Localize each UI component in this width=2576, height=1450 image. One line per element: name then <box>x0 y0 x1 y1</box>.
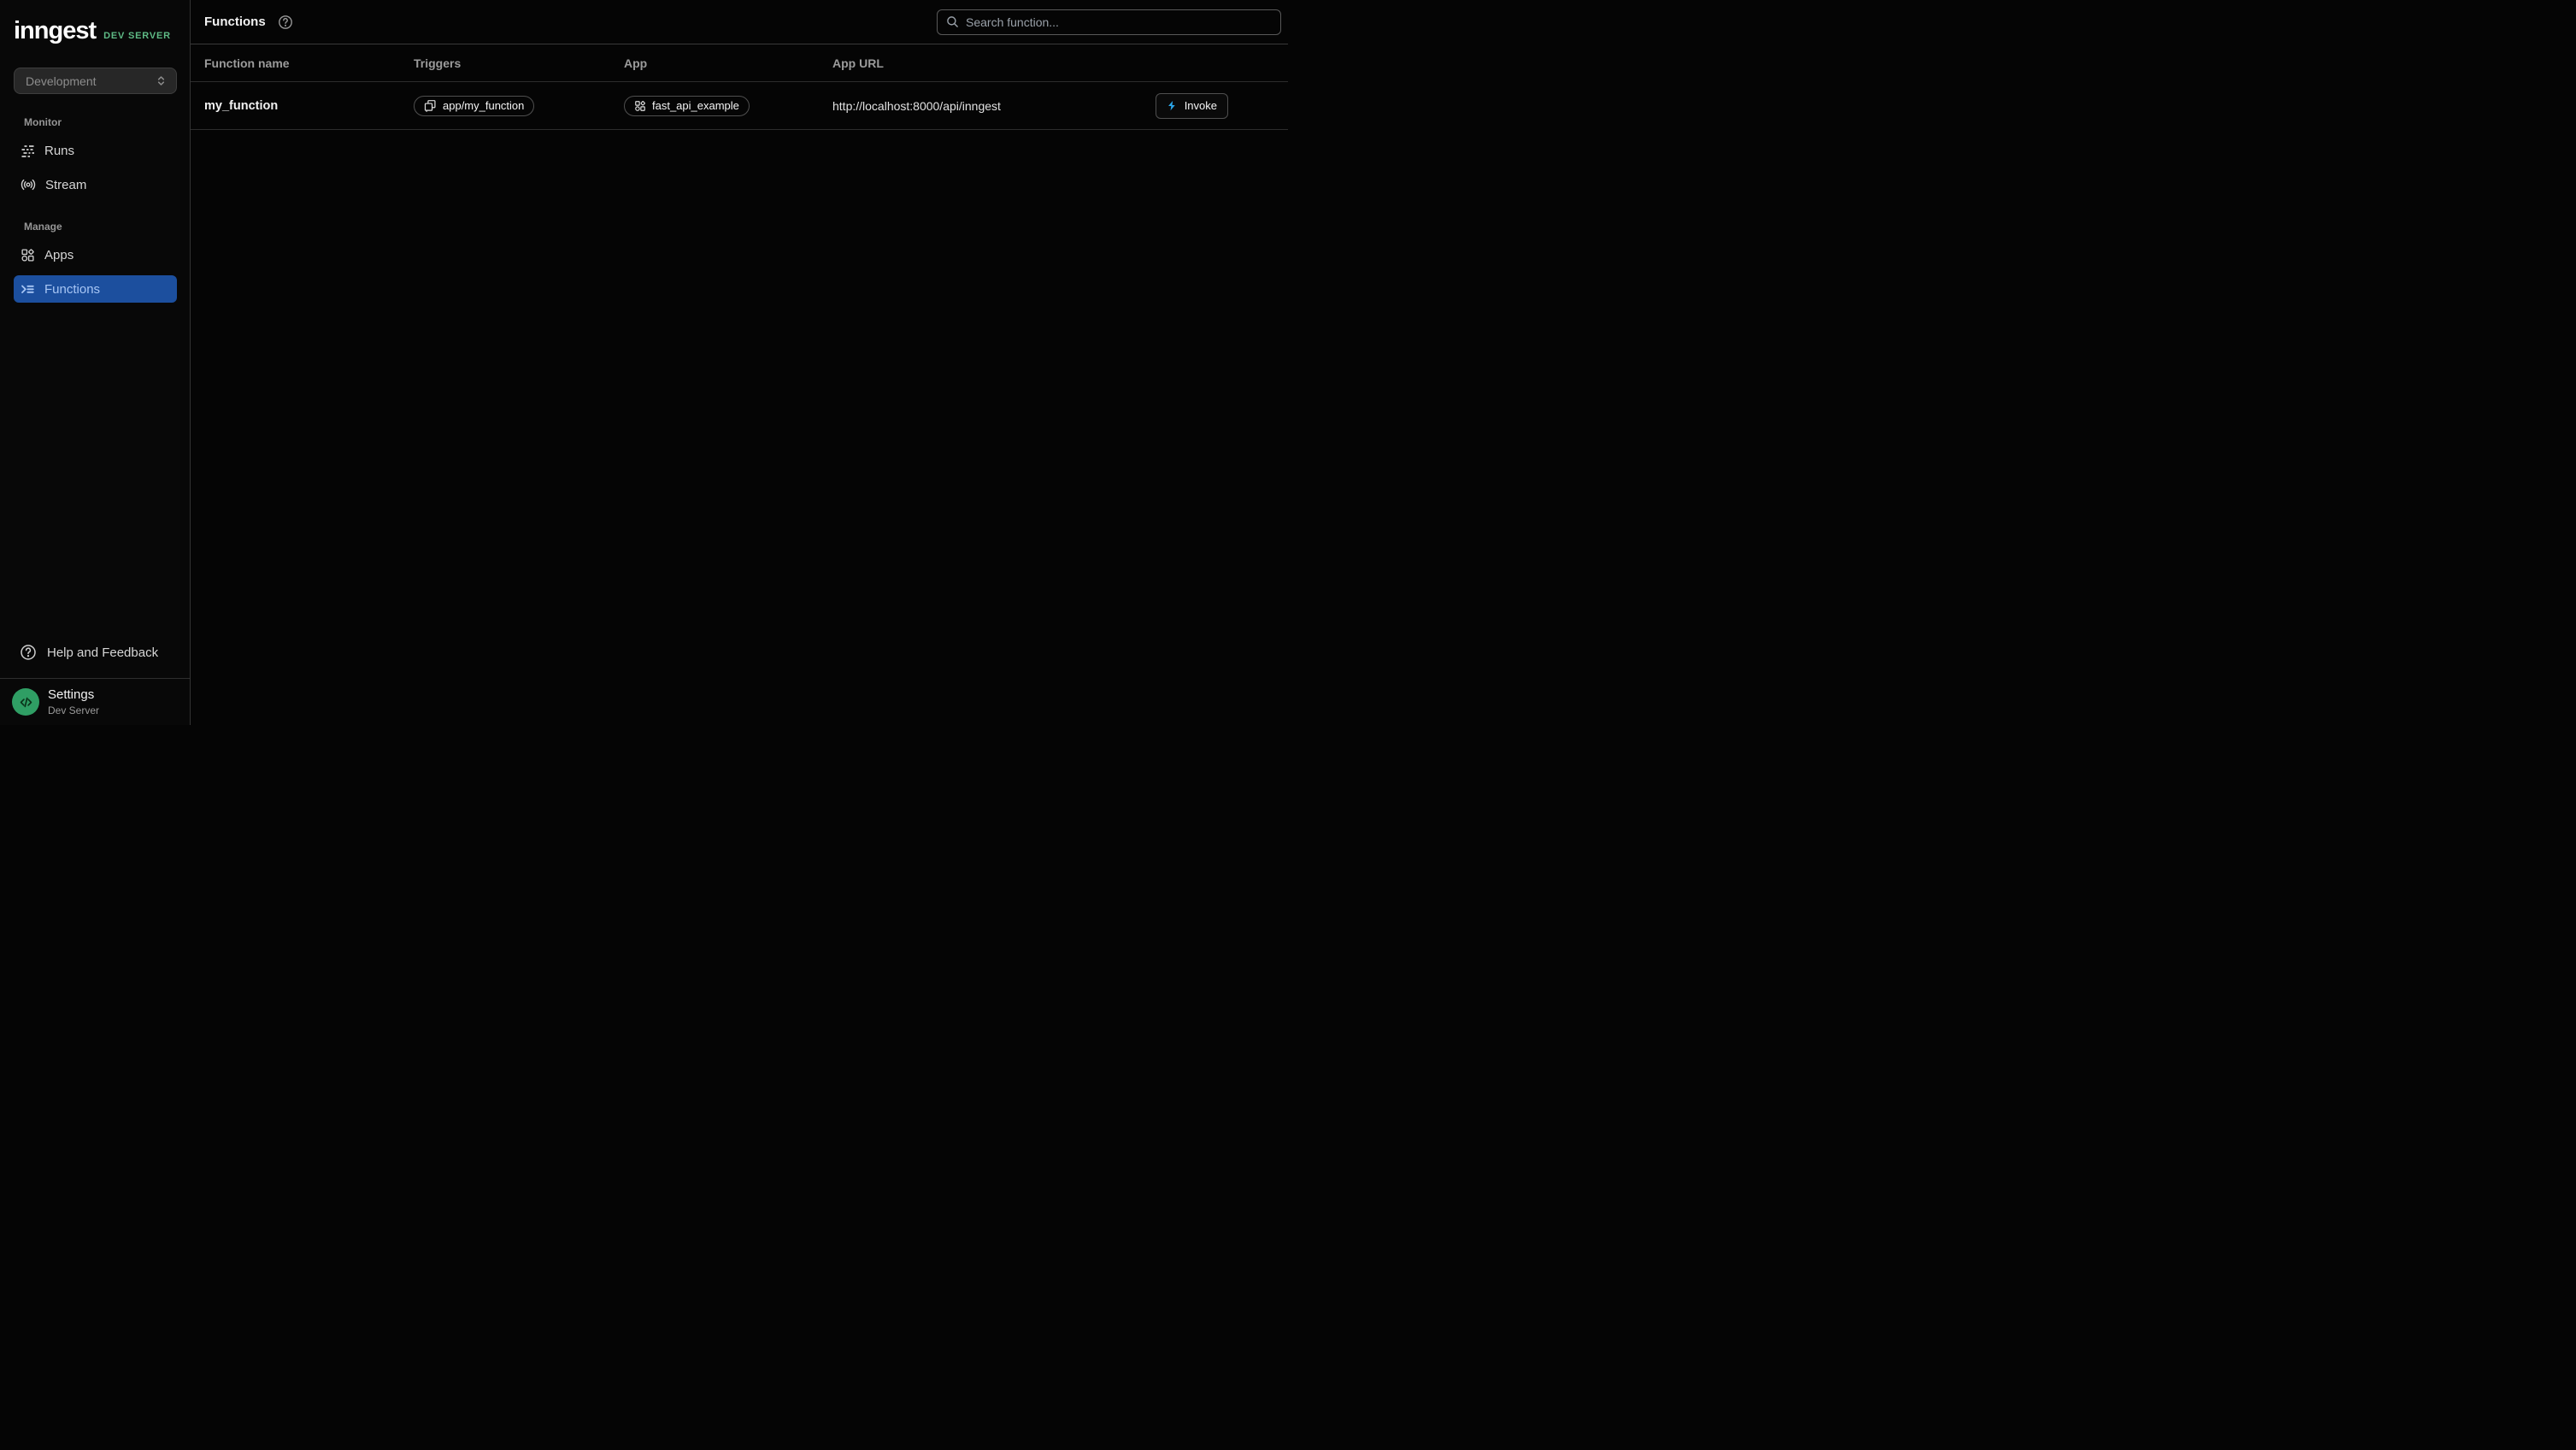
sidebar-item-functions[interactable]: Functions <box>14 275 177 303</box>
search-icon <box>946 15 959 28</box>
column-app-url: App URL <box>832 56 1158 70</box>
inngest-logo: inngest <box>14 19 96 44</box>
search-input[interactable] <box>966 15 1272 29</box>
table-row[interactable]: my_function app/my_function <box>191 82 1288 130</box>
sidebar-spacer <box>0 309 190 639</box>
sidebar-item-label: Apps <box>44 248 74 262</box>
event-trigger-icon <box>424 99 437 112</box>
apps-icon <box>634 100 646 112</box>
page-header: Functions <box>191 0 1288 44</box>
apps-icon <box>21 248 35 262</box>
function-name: my_function <box>204 99 414 113</box>
trigger-badge[interactable]: app/my_function <box>414 96 534 116</box>
sidebar-item-stream[interactable]: Stream <box>14 171 177 198</box>
sidebar-item-apps[interactable]: Apps <box>14 241 177 268</box>
app-url: http://localhost:8000/api/inngest <box>832 99 1158 113</box>
app-window: inngest DEV SERVER Development Monitor <box>0 0 1288 725</box>
sidebar-item-label: Stream <box>45 178 86 192</box>
page-title: Functions <box>204 15 266 29</box>
help-and-feedback[interactable]: Help and Feedback <box>14 639 176 666</box>
table-header: Function name Triggers App App URL <box>191 44 1288 82</box>
settings-label: Settings <box>48 687 99 702</box>
app-label: fast_api_example <box>652 99 739 112</box>
sidebar-item-label: Functions <box>44 282 100 297</box>
functions-icon <box>21 282 35 297</box>
app-badge[interactable]: fast_api_example <box>624 96 750 116</box>
brand: inngest DEV SERVER <box>14 19 176 44</box>
help-label: Help and Feedback <box>47 645 158 660</box>
help-icon <box>20 644 37 661</box>
column-app: App <box>624 56 832 70</box>
sidebar-section-monitor: Monitor <box>24 116 176 128</box>
invoke-label: Invoke <box>1185 99 1217 112</box>
runs-icon <box>21 144 35 158</box>
chevrons-up-down-icon <box>155 74 168 87</box>
dev-server-badge: DEV SERVER <box>103 31 171 41</box>
sidebar-item-runs[interactable]: Runs <box>14 137 177 164</box>
sidebar: inngest DEV SERVER Development Monitor <box>0 0 191 725</box>
bolt-icon <box>1167 100 1178 111</box>
search-box <box>937 9 1281 35</box>
stream-icon <box>21 177 36 192</box>
main-content: Functions Function name <box>191 0 1288 725</box>
code-icon <box>12 688 39 716</box>
settings-item[interactable]: Settings Dev Server <box>0 678 190 725</box>
column-triggers: Triggers <box>414 56 624 70</box>
settings-sublabel: Dev Server <box>48 704 99 716</box>
environment-select-value: Development <box>26 74 155 88</box>
sidebar-section-manage: Manage <box>24 221 176 233</box>
sidebar-item-label: Runs <box>44 144 74 158</box>
help-icon[interactable] <box>278 15 293 30</box>
environment-select[interactable]: Development <box>14 68 177 94</box>
invoke-button[interactable]: Invoke <box>1156 93 1228 119</box>
column-function-name: Function name <box>204 56 414 70</box>
trigger-label: app/my_function <box>443 99 524 112</box>
